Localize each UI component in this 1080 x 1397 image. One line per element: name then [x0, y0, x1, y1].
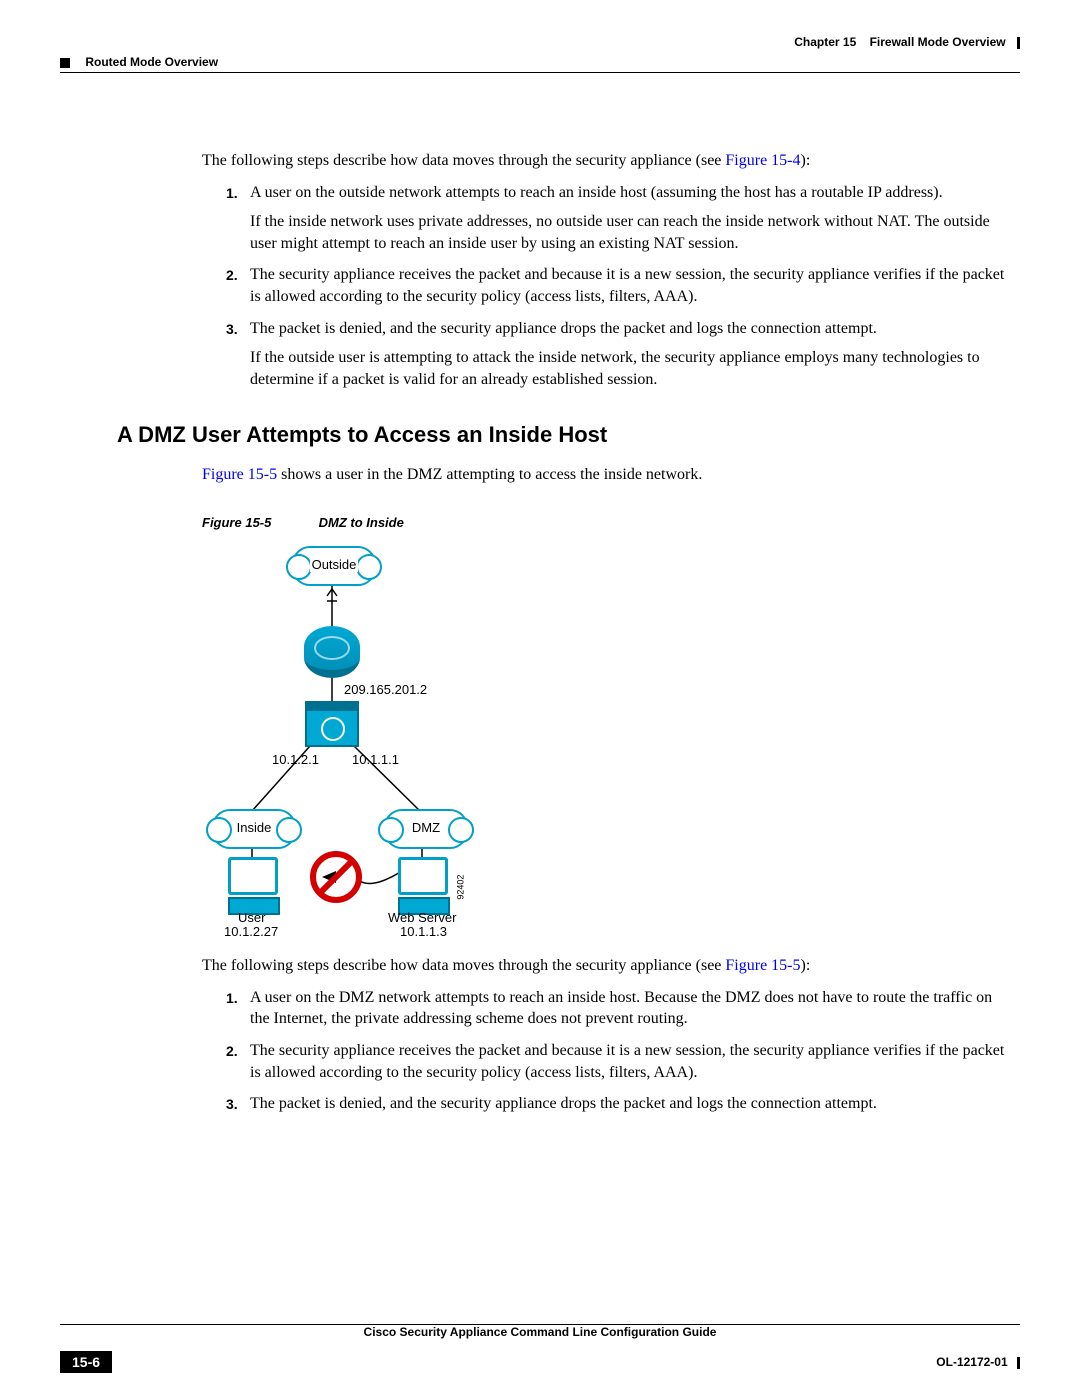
document-id: OL-12172-01 [936, 1355, 1020, 1369]
router-icon [304, 626, 360, 678]
figure-caption: Figure 15-5 DMZ to Inside [202, 514, 1010, 532]
steps-list-1: 1. A user on the outside network attempt… [226, 182, 1010, 391]
intro-paragraph-2: Figure 15-5 shows a user in the DMZ atte… [202, 464, 1010, 486]
section-heading: A DMZ User Attempts to Access an Inside … [117, 420, 1010, 450]
figure-ref-link[interactable]: Figure 15-4 [725, 152, 800, 169]
cloud-label: Inside [235, 820, 274, 835]
step-number: 2. [226, 264, 250, 307]
arrow-icon [322, 871, 336, 883]
ip-label: 10.1.2.1 [272, 751, 319, 769]
step-item: 2. The security appliance receives the p… [226, 1040, 1010, 1083]
figure-ref-link[interactable]: Figure 15-5 [725, 957, 800, 974]
text: The following steps describe how data mo… [202, 152, 725, 169]
inside-cloud-icon: Inside [212, 809, 296, 849]
figure-title: DMZ to Inside [319, 515, 404, 530]
intro-paragraph-1: The following steps describe how data mo… [202, 150, 1010, 172]
firewall-icon [305, 709, 359, 747]
text: A user on the outside network attempts t… [250, 184, 943, 201]
pc-icon [228, 857, 276, 915]
steps-list-2: 1. A user on the DMZ network attempts to… [226, 987, 1010, 1115]
page: Routed Mode Overview Chapter 15 Firewall… [0, 0, 1080, 1397]
forbidden-icon [310, 851, 362, 903]
step-number: 1. [226, 182, 250, 255]
intro-paragraph-3: The following steps describe how data mo… [202, 955, 1010, 977]
cloud-label: Outside [310, 557, 359, 572]
page-footer: Cisco Security Appliance Command Line Co… [60, 1324, 1020, 1367]
header-right: Chapter 15 Firewall Mode Overview [794, 35, 1020, 49]
figure-id: 92402 [454, 875, 466, 900]
step-body: The packet is denied, and the security a… [250, 1093, 1010, 1115]
dmz-cloud-icon: DMZ [384, 809, 468, 849]
body: The following steps describe how data mo… [202, 150, 1010, 1115]
step-body: A user on the DMZ network attempts to re… [250, 987, 1010, 1030]
figure-label: Figure 15-5 [202, 515, 271, 530]
page-header: Routed Mode Overview Chapter 15 Firewall… [60, 30, 1020, 80]
step-body: The security appliance receives the pack… [250, 1040, 1010, 1083]
text: The packet is denied, and the security a… [250, 320, 877, 337]
footer-title: Cisco Security Appliance Command Line Co… [60, 1325, 1020, 1339]
step-item: 2. The security appliance receives the p… [226, 264, 1010, 307]
step-body: The security appliance receives the pack… [250, 264, 1010, 307]
step-sub: If the outside user is attempting to att… [250, 347, 1010, 390]
step-item: 3. The packet is denied, and the securit… [226, 1093, 1010, 1115]
text: ): [801, 152, 811, 169]
network-diagram: Outside 209.165.201.2 10.1.2.1 10.1.1.1 … [192, 541, 512, 941]
step-number: 2. [226, 1040, 250, 1083]
step-body: The packet is denied, and the security a… [250, 318, 1010, 391]
step-number: 1. [226, 987, 250, 1030]
header-rule [60, 72, 1020, 73]
step-item: 1. A user on the outside network attempt… [226, 182, 1010, 255]
page-number: 15-6 [60, 1351, 112, 1373]
step-number: 3. [226, 318, 250, 391]
figure-ref-link[interactable]: Figure 15-5 [202, 466, 277, 483]
step-item: 1. A user on the DMZ network attempts to… [226, 987, 1010, 1030]
text: OL-12172-01 [936, 1355, 1007, 1369]
user-ip: 10.1.2.27 [224, 923, 278, 941]
header-section: Routed Mode Overview [85, 55, 218, 69]
bar-icon [1017, 1357, 1020, 1369]
header-left: Routed Mode Overview [60, 55, 218, 69]
step-item: 3. The packet is denied, and the securit… [226, 318, 1010, 391]
cloud-label: DMZ [410, 820, 442, 835]
text: ): [801, 957, 811, 974]
ip-label: 10.1.1.1 [352, 751, 399, 769]
text: shows a user in the DMZ attempting to ac… [277, 466, 702, 483]
outside-cloud-icon: Outside [292, 546, 376, 586]
ip-label: 209.165.201.2 [344, 681, 427, 699]
step-sub: If the inside network uses private addre… [250, 211, 1010, 254]
chapter-title: Firewall Mode Overview [870, 35, 1006, 49]
step-body: A user on the outside network attempts t… [250, 182, 1010, 255]
server-icon [398, 857, 446, 915]
text: The following steps describe how data mo… [202, 957, 725, 974]
chapter-label: Chapter 15 [794, 35, 856, 49]
bar-icon [1017, 37, 1020, 49]
webserver-ip: 10.1.1.3 [400, 923, 447, 941]
bullet-icon [60, 58, 70, 68]
step-number: 3. [226, 1093, 250, 1115]
